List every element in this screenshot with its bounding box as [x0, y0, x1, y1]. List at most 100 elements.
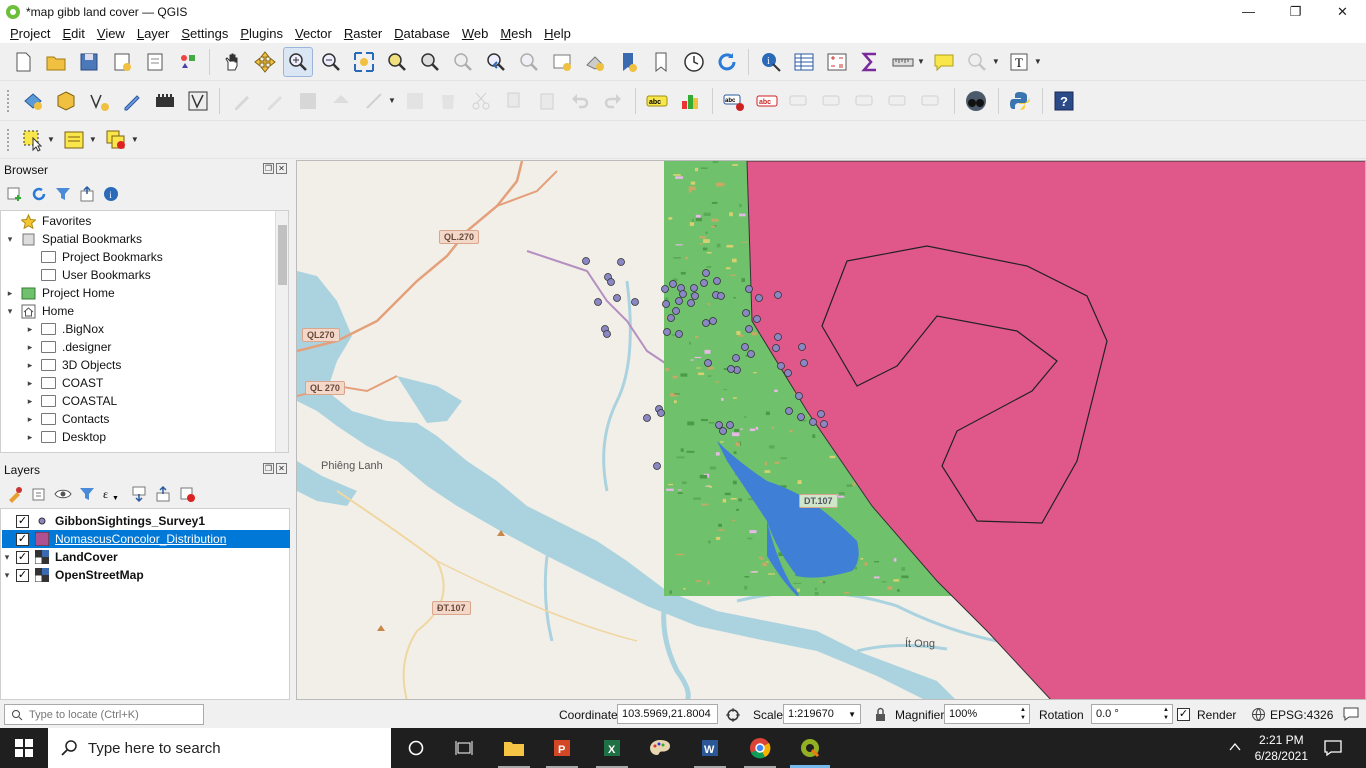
new-print-layout-icon[interactable]	[107, 47, 137, 77]
gibbon-sighting-point[interactable]	[741, 343, 749, 351]
gibbon-sighting-point[interactable]	[643, 414, 651, 422]
modify-attributes-icon[interactable]	[400, 86, 430, 116]
gibbon-sighting-point[interactable]	[772, 344, 780, 352]
zoom-out-icon[interactable]	[316, 47, 346, 77]
coordinate-field[interactable]: 103.5969,21.8004	[617, 704, 718, 724]
show-bookmarks-icon[interactable]	[646, 47, 676, 77]
gibbon-sighting-point[interactable]	[797, 413, 805, 421]
help-contents-icon[interactable]: ?	[1049, 86, 1079, 116]
gibbon-sighting-point[interactable]	[667, 314, 675, 322]
browser-scrollbar[interactable]	[275, 211, 288, 452]
messages-icon[interactable]	[1342, 706, 1360, 722]
gibbon-sighting-point[interactable]	[657, 409, 665, 417]
layer-row[interactable]: ✓ GibbonSightings_Survey1	[2, 512, 290, 530]
menu-help[interactable]: Help	[538, 26, 577, 41]
collapsed-arrow-icon[interactable]: ▸	[25, 324, 35, 335]
gibbon-sighting-point[interactable]	[820, 420, 828, 428]
gibbon-sighting-point[interactable]	[774, 333, 782, 341]
manage-visibility-eye-icon[interactable]	[54, 485, 72, 503]
close-panel-button[interactable]: ✕	[276, 163, 287, 174]
notification-icon[interactable]	[1324, 739, 1342, 757]
collapsed-arrow-icon[interactable]: ▸	[5, 288, 15, 299]
layer-visibility-checkbox[interactable]: ✓	[16, 514, 29, 528]
gibbon-sighting-point[interactable]	[742, 309, 750, 317]
browser-item[interactable]: ▾ Home	[5, 302, 74, 320]
gibbon-sighting-point[interactable]	[745, 325, 753, 333]
statistical-summary-icon[interactable]	[855, 47, 885, 77]
float-panel-button[interactable]: ❐	[263, 163, 274, 174]
menu-view[interactable]: View	[91, 26, 131, 41]
excel-app[interactable]: X	[588, 728, 636, 768]
menu-raster[interactable]: Raster	[338, 26, 388, 41]
measure-line-icon[interactable]	[888, 47, 918, 77]
layer-row[interactable]: ▾ ✓ LandCover	[2, 548, 290, 566]
pin-labels-icon[interactable]: abc	[752, 86, 782, 116]
gibbon-sighting-point[interactable]	[785, 407, 793, 415]
layer-row[interactable]: ✓ NomascusConcolor_Distribution	[2, 530, 290, 548]
gibbon-sighting-point[interactable]	[690, 284, 698, 292]
browser-item[interactable]: Project Bookmarks	[25, 248, 163, 266]
gibbon-sighting-point[interactable]	[661, 285, 669, 293]
gibbon-sighting-point[interactable]	[774, 291, 782, 299]
add-group-icon[interactable]	[30, 485, 48, 503]
gibbon-sighting-point[interactable]	[700, 279, 708, 287]
deselect-features-icon[interactable]	[101, 125, 131, 155]
redo-icon[interactable]	[598, 86, 628, 116]
select-by-expression-icon[interactable]	[59, 125, 89, 155]
change-label-icon[interactable]	[884, 86, 914, 116]
expand-arrow-icon[interactable]: ▾	[2, 570, 12, 581]
select-features-icon[interactable]	[18, 125, 48, 155]
map-canvas[interactable]: QL.270 QL270 QL 270 ĐT.107 DT.107 Phiêng…	[296, 160, 1366, 700]
gibbon-sighting-point[interactable]	[672, 307, 680, 315]
toolbar-grip[interactable]	[6, 88, 10, 113]
gibbon-sighting-point[interactable]	[702, 319, 710, 327]
zoom-in-icon[interactable]	[282, 46, 313, 77]
identify-features-icon[interactable]: i	[756, 47, 786, 77]
crs-button[interactable]: EPSG:4326	[1270, 708, 1333, 722]
move-label-icon[interactable]	[818, 86, 848, 116]
zoom-native-icon[interactable]	[448, 47, 478, 77]
maximize-button[interactable]: ❐	[1272, 0, 1319, 23]
gibbon-sighting-point[interactable]	[755, 294, 763, 302]
gibbon-sighting-point[interactable]	[669, 280, 677, 288]
rotation-spinbox[interactable]: 0.0 ° ▲ ▼	[1091, 704, 1173, 724]
gibbon-sighting-point[interactable]	[713, 277, 721, 285]
gibbon-sighting-point[interactable]	[691, 292, 699, 300]
menu-plugins[interactable]: Plugins	[234, 26, 289, 41]
browser-item[interactable]: ▸ Contacts	[25, 410, 110, 428]
gibbon-sighting-point[interactable]	[617, 258, 625, 266]
zoom-to-layer-icon[interactable]	[415, 47, 445, 77]
deselect-dropdown-icon[interactable]: ▼	[131, 135, 139, 144]
paste-features-icon[interactable]	[532, 86, 562, 116]
render-checkbox[interactable]: ✓	[1177, 708, 1190, 721]
undo-icon[interactable]	[565, 86, 595, 116]
menu-database[interactable]: Database	[388, 26, 456, 41]
layer-row[interactable]: ▾ ✓ OpenStreetMap	[2, 566, 290, 584]
lock-scale-icon[interactable]	[874, 707, 887, 722]
magnifier-spinbox[interactable]: 100% ▲ ▼	[944, 704, 1030, 724]
gibbon-sighting-point[interactable]	[653, 462, 661, 470]
zoom-last-icon[interactable]	[481, 47, 511, 77]
gibbon-sighting-point[interactable]	[631, 298, 639, 306]
powerpoint-app[interactable]: P	[538, 728, 586, 768]
browser-item[interactable]: User Bookmarks	[25, 266, 151, 284]
gibbon-sighting-point[interactable]	[717, 292, 725, 300]
layout-manager-icon[interactable]	[140, 47, 170, 77]
expanded-arrow-icon[interactable]: ▾	[5, 234, 15, 245]
close-panel-button[interactable]: ✕	[276, 463, 287, 474]
cut-features-icon[interactable]	[466, 86, 496, 116]
collapse-all-icon[interactable]	[78, 185, 96, 203]
new-temporary-layer-icon[interactable]	[117, 86, 147, 116]
temporal-controller-icon[interactable]	[679, 47, 709, 77]
zoom-next-icon[interactable]	[514, 47, 544, 77]
close-button[interactable]: ✕	[1319, 0, 1366, 23]
delete-selected-icon[interactable]	[433, 86, 463, 116]
toggle-editing-icon[interactable]	[260, 86, 290, 116]
gibbon-sighting-point[interactable]	[675, 330, 683, 338]
style-manager-icon[interactable]	[173, 47, 203, 77]
gibbon-sighting-point[interactable]	[582, 257, 590, 265]
label-properties-icon[interactable]	[917, 86, 947, 116]
gibbon-sighting-point[interactable]	[727, 365, 735, 373]
gibbon-sighting-point[interactable]	[603, 330, 611, 338]
layer-visibility-checkbox[interactable]: ✓	[16, 550, 29, 564]
